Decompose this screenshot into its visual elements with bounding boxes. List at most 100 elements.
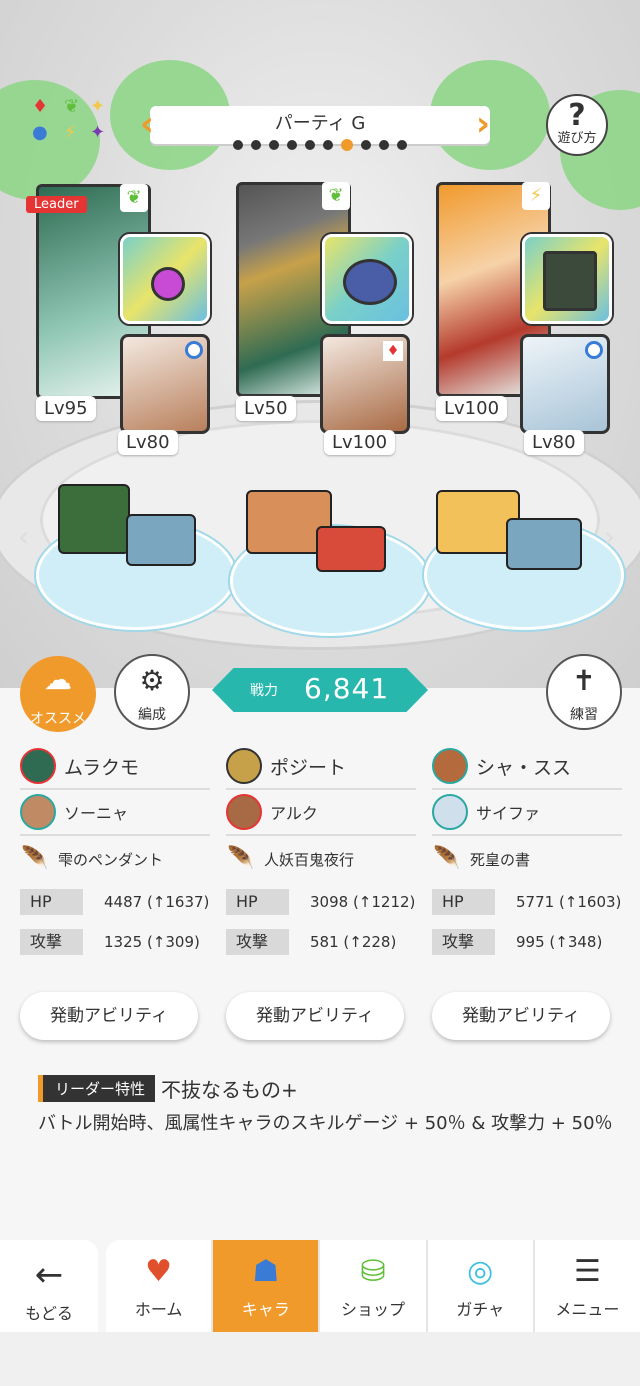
page-dot[interactable] xyxy=(323,140,333,150)
help-label: 遊び方 xyxy=(557,131,597,146)
avatar xyxy=(226,748,262,784)
party-name-bar: パーティ G xyxy=(150,106,490,144)
practice-button[interactable]: ✝ 練習 xyxy=(546,654,622,730)
bottom-tab-bar: ♥ ホーム ☗ キャラ ⛁ ショップ ◎ ガチャ ☰ メニュー xyxy=(106,1240,640,1332)
power-label: 戦力 xyxy=(250,683,278,699)
scroll-right-arrow[interactable]: › xyxy=(604,520,615,553)
party-column-1: ムラクモ ソーニャ 🪶 雫のペンダント HP 4487 (↑1637) 攻撃 1325… xyxy=(20,744,210,962)
hp-label: HP xyxy=(226,889,316,915)
item-name: 雫のペンダント xyxy=(58,850,164,869)
leader-skill-tag: リーダー特性 xyxy=(38,1075,156,1102)
attack-value: 581 (↑228) xyxy=(310,933,397,951)
tab-menu[interactable]: ☰ メニュー xyxy=(535,1240,640,1332)
sub-character-row[interactable]: ソーニャ xyxy=(20,790,210,836)
tab-home[interactable]: ♥ ホーム xyxy=(106,1240,214,1332)
main-character-name: ポジート xyxy=(270,756,347,779)
help-button[interactable]: ? 遊び方 xyxy=(546,94,608,156)
attack-stat: 攻撃 995 (↑348) xyxy=(432,922,622,962)
system-nav-bar xyxy=(0,1332,640,1386)
card-level: Lv50 xyxy=(236,396,296,421)
tab-label: キャラ xyxy=(241,1300,290,1319)
item-row[interactable]: 🪶 人妖百鬼夜行 xyxy=(226,836,416,882)
menu-list-icon: ☰ xyxy=(573,1254,601,1289)
avatar xyxy=(20,748,56,784)
scroll-left-arrow[interactable]: ‹ xyxy=(18,520,29,553)
back-button[interactable]: ← もどる xyxy=(0,1240,98,1332)
recommend-label: オススメ xyxy=(30,711,86,727)
tab-chara[interactable]: ☗ キャラ xyxy=(213,1240,321,1332)
ability-button-2[interactable]: 発動アビリティ xyxy=(226,992,404,1040)
hp-value: 5771 (↑1603) xyxy=(516,893,622,911)
terrain-block xyxy=(506,518,582,570)
party-column-2: ポジート アルク 🪶 人妖百鬼夜行 HP 3098 (↑1212) 攻撃 581 (↑… xyxy=(226,744,416,962)
hp-stat: HP 3098 (↑1212) xyxy=(226,882,416,922)
element-chart-icon[interactable]: ♦ ❦ ✦ ● ⚡ ✦ xyxy=(28,96,118,152)
pendant-icon xyxy=(151,267,185,301)
water-attribute-icon xyxy=(585,341,603,359)
shop-icon: ⛁ xyxy=(360,1254,386,1289)
sub-character-row[interactable]: アルク xyxy=(226,790,416,836)
question-icon: ? xyxy=(568,98,586,133)
recommend-button[interactable]: ☁ オススメ xyxy=(20,656,96,732)
book-icon xyxy=(543,251,597,311)
terrain-block xyxy=(126,514,196,566)
sub-level: Lv80 xyxy=(118,430,178,455)
tab-label: ショップ xyxy=(341,1300,406,1319)
attack-value: 995 (↑348) xyxy=(516,933,603,951)
tab-label: ホーム xyxy=(134,1300,183,1319)
item-row[interactable]: 🪶 死皇の書 xyxy=(432,836,622,882)
item-bag-icon: 🪶 xyxy=(227,846,255,871)
power-value: 6,841 xyxy=(304,672,390,705)
page-dot[interactable] xyxy=(397,140,407,150)
hp-value: 4487 (↑1637) xyxy=(104,893,210,911)
power-display: 戦力 6,841 xyxy=(212,668,428,712)
sub-character-2[interactable]: ♦ xyxy=(320,334,410,434)
equipment-item[interactable] xyxy=(322,234,412,324)
ability-button-3[interactable]: 発動アビリティ xyxy=(432,992,610,1040)
attack-stat: 攻撃 581 (↑228) xyxy=(226,922,416,962)
sub-level: Lv80 xyxy=(524,430,584,455)
sub-character-row[interactable]: サイファ xyxy=(432,790,622,836)
wind-attribute-icon: ❦ xyxy=(322,182,350,210)
sub-character-1[interactable] xyxy=(120,334,210,434)
terrain-block xyxy=(58,484,130,554)
sub-character-name: サイファ xyxy=(476,804,541,823)
main-character-row[interactable]: ムラクモ xyxy=(20,744,210,790)
equipment-book[interactable] xyxy=(522,234,612,324)
page-dot[interactable] xyxy=(361,140,371,150)
prev-party-button[interactable]: ‹ xyxy=(140,102,162,146)
sub-character-name: ソーニャ xyxy=(64,804,129,823)
main-character-row[interactable]: シャ・スス xyxy=(432,744,622,790)
leader-badge: Leader xyxy=(26,196,87,213)
page-dot[interactable] xyxy=(379,140,389,150)
formation-button[interactable]: ⚙ 編成 xyxy=(114,654,190,730)
hp-label: HP xyxy=(432,889,522,915)
page-dot[interactable] xyxy=(341,139,353,151)
sub-character-3[interactable] xyxy=(520,334,610,434)
back-label: もどる xyxy=(25,1304,73,1323)
character-icon: ☗ xyxy=(252,1254,280,1289)
item-row[interactable]: 🪶 雫のペンダント xyxy=(20,836,210,882)
next-party-button[interactable]: › xyxy=(476,102,498,146)
equipment-pendant[interactable] xyxy=(120,234,210,324)
item-orb-icon xyxy=(343,259,397,305)
tab-shop[interactable]: ⛁ ショップ xyxy=(320,1240,428,1332)
arrow-left-icon: ← xyxy=(34,1255,64,1295)
page-dot[interactable] xyxy=(233,140,243,150)
page-dot[interactable] xyxy=(287,140,297,150)
party-page-dots xyxy=(230,139,410,152)
page-dot[interactable] xyxy=(269,140,279,150)
item-bag-icon: 🪶 xyxy=(433,846,461,871)
recommend-icon: ☁ xyxy=(44,663,72,696)
attack-label: 攻撃 xyxy=(226,929,316,955)
practice-label: 練習 xyxy=(570,707,598,723)
terrain-block xyxy=(316,526,386,572)
avatar xyxy=(20,794,56,830)
page-dot[interactable] xyxy=(251,140,261,150)
training-dummy-icon: ✝ xyxy=(572,664,596,697)
page-dot[interactable] xyxy=(305,140,315,150)
main-character-row[interactable]: ポジート xyxy=(226,744,416,790)
ability-button-1[interactable]: 発動アビリティ xyxy=(20,992,198,1040)
leader-skill-description: バトル開始時、風属性キャラのスキルゲージ + 50％ & 攻撃力 + 50％ xyxy=(38,1113,613,1134)
tab-gacha[interactable]: ◎ ガチャ xyxy=(428,1240,535,1332)
